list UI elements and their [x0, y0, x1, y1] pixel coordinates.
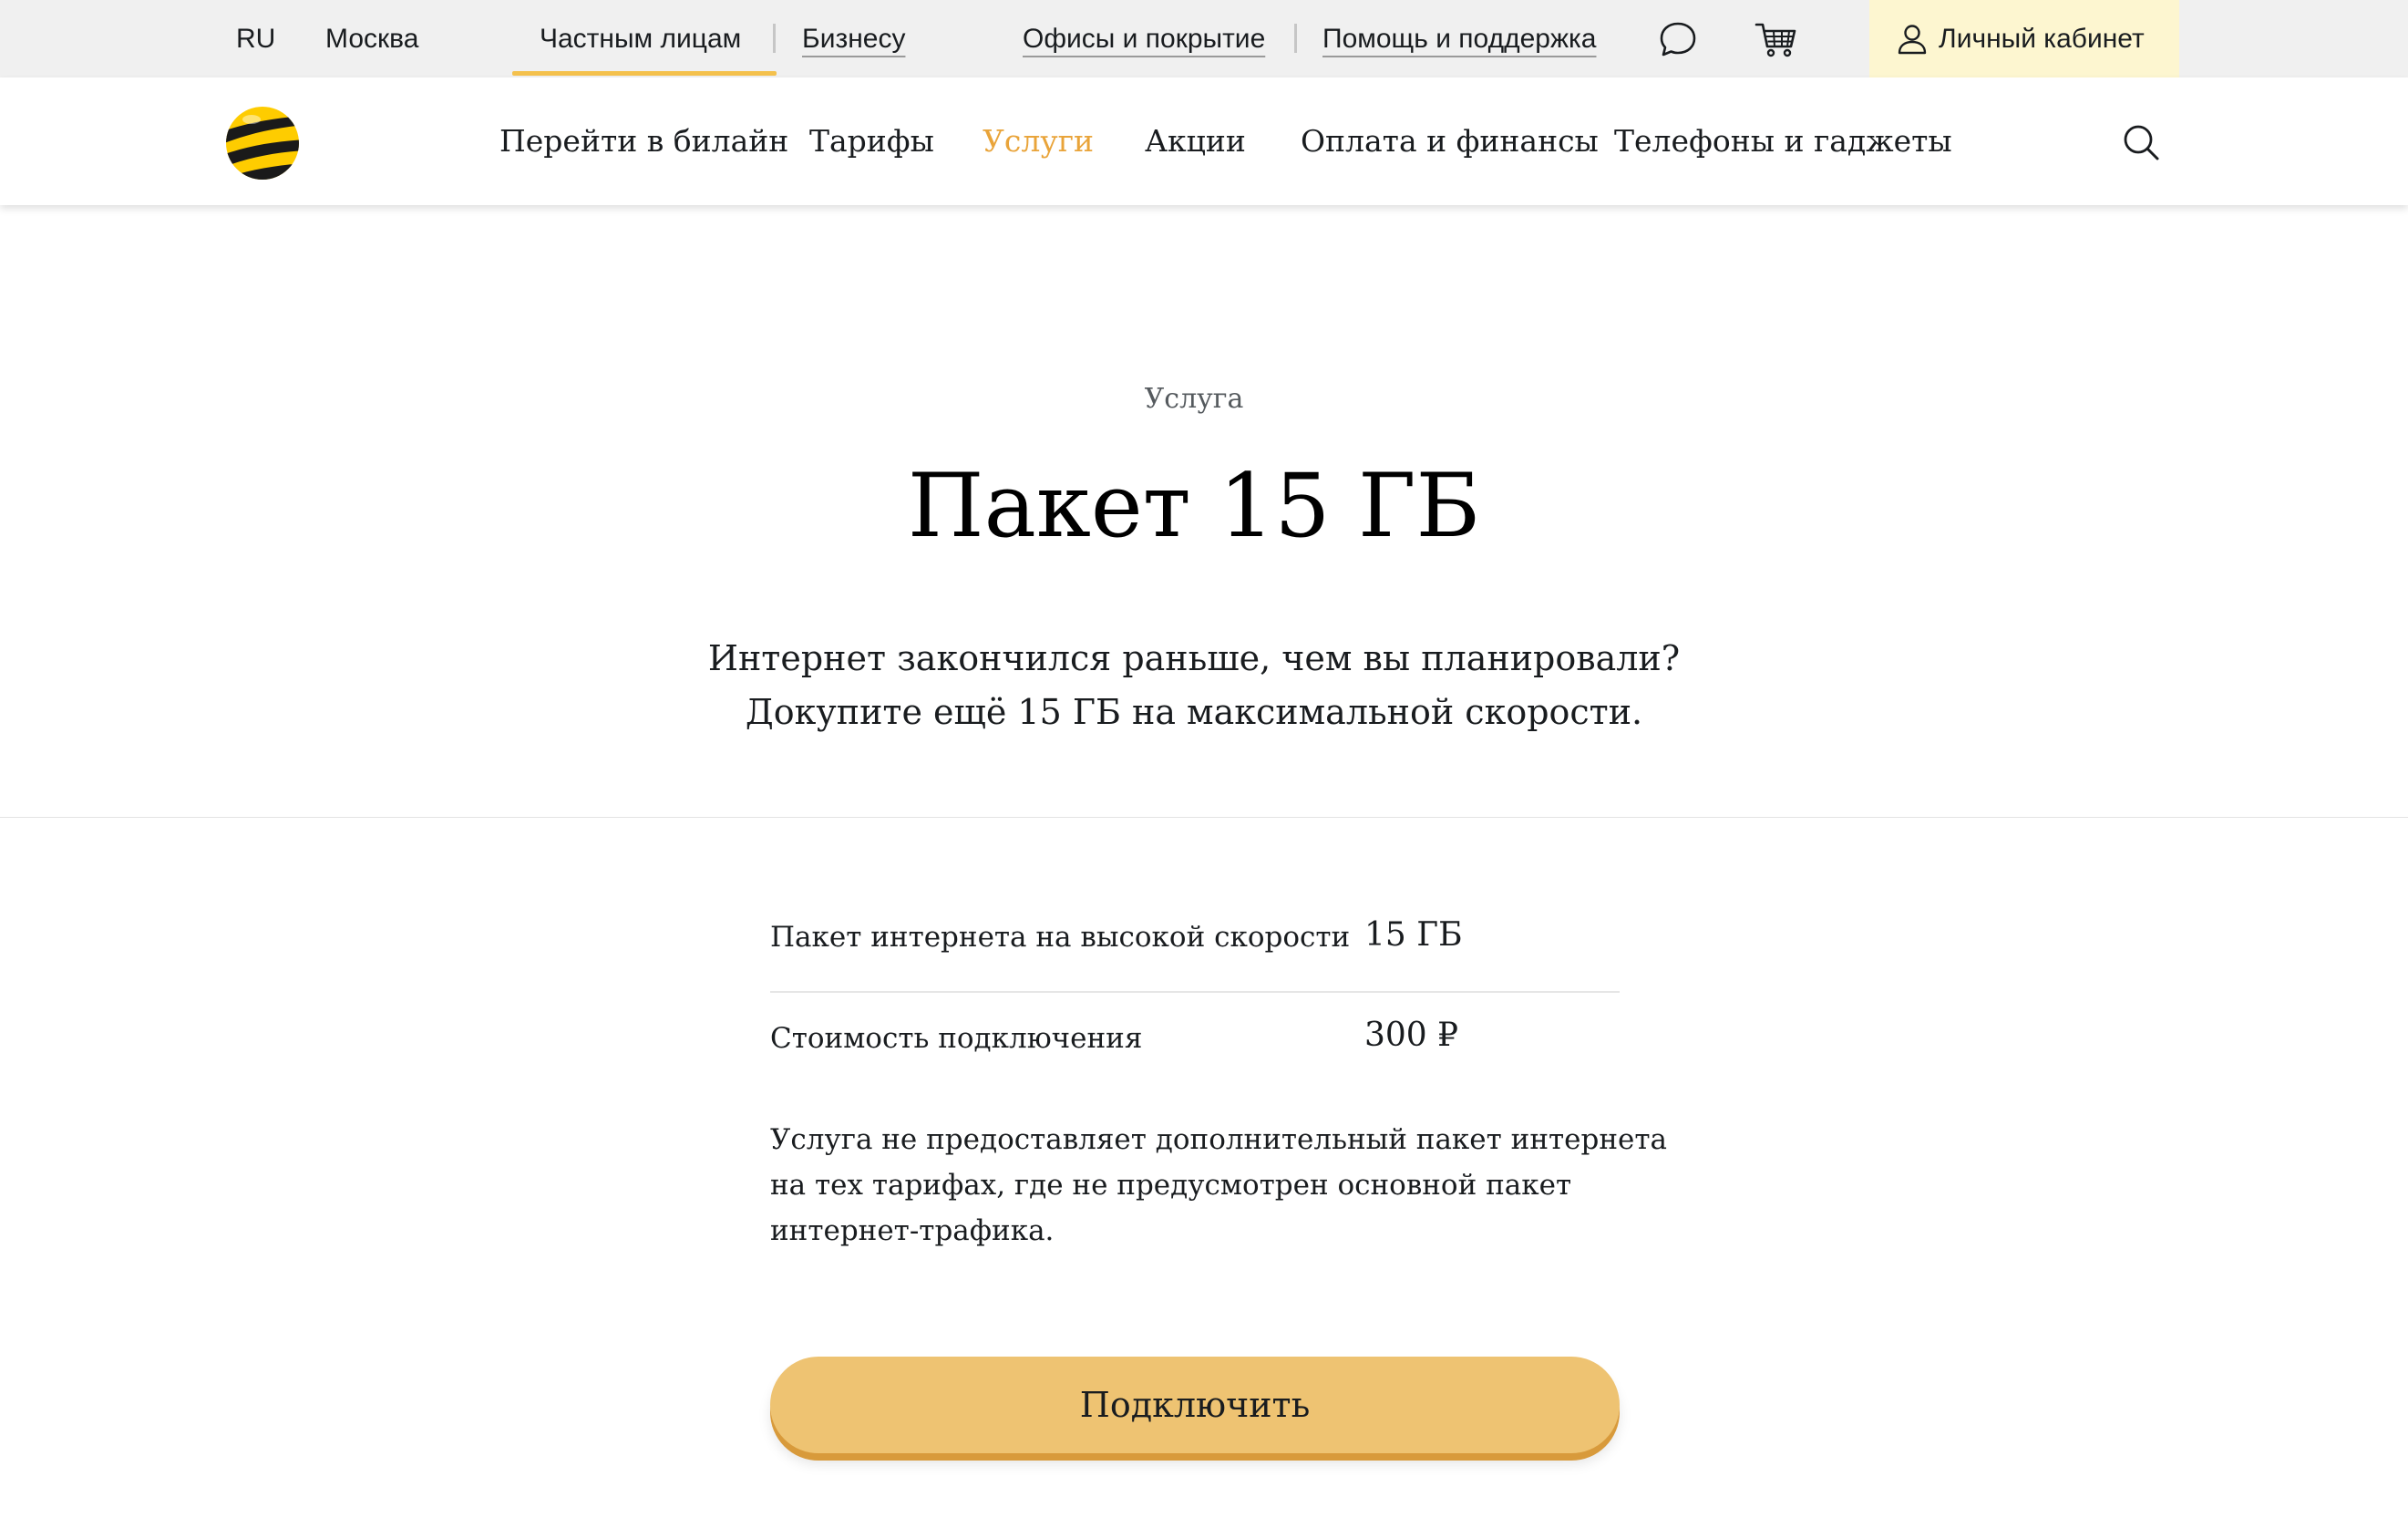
page-title: Пакет 15 ГБ [907, 455, 1481, 557]
beeline-logo[interactable] [224, 105, 301, 181]
section-divider [0, 817, 2408, 818]
offices-coverage-link[interactable]: Офисы и покрытие [1023, 0, 1265, 77]
user-icon [1898, 25, 1927, 55]
param-value: 15 ГБ [1364, 916, 1463, 954]
personal-account-label: Личный кабинет [1939, 24, 2145, 54]
nav-item-services[interactable]: Услуги [983, 77, 1094, 205]
segment-business-link[interactable]: Бизнесу [802, 0, 905, 77]
personal-account-button[interactable]: Личный кабинет [1869, 0, 2179, 77]
main-header: Перейти в билайн Тарифы Услуги Акции Опл… [0, 77, 2408, 205]
nav-item-go-to-beeline[interactable]: Перейти в билайн [499, 77, 788, 205]
nav-item-phones-gadgets[interactable]: Телефоны и гаджеты [1614, 77, 1952, 205]
help-support-link[interactable]: Помощь и поддержка [1322, 0, 1596, 77]
hero-lead-line-2: Докупите ещё 15 ГБ на максимальной скоро… [745, 692, 1643, 732]
service-eyebrow: Услуга [1144, 383, 1244, 415]
nav-item-tariffs[interactable]: Тарифы [809, 77, 934, 205]
chat-bubble-icon[interactable] [1657, 18, 1699, 60]
param-value: 300 ₽ [1364, 1017, 1459, 1054]
segment-separator [773, 24, 776, 53]
param-label: Пакет интернета на высокой скорости [770, 921, 1351, 954]
utility-bar: RU Москва Частным лицам Бизнесу Офисы и … [0, 0, 2408, 77]
note-line: интернет-трафика. [770, 1214, 1055, 1247]
hero-lead-line-1: Интернет закончился раньше, чем вы плани… [707, 638, 1681, 678]
segment-active-indicator [512, 71, 777, 76]
language-switcher[interactable]: RU [236, 0, 275, 77]
shopping-cart-icon[interactable] [1754, 18, 1799, 60]
search-icon[interactable] [2122, 123, 2160, 161]
nav-item-payment-finance[interactable]: Оплата и финансы [1301, 77, 1599, 205]
city-selector[interactable]: Москва [325, 0, 418, 77]
nav-item-promotions[interactable]: Акции [1145, 77, 1246, 205]
param-label: Стоимость подключения [770, 1022, 1143, 1055]
param-row-divider [770, 991, 1620, 993]
connect-button[interactable]: Подключить [770, 1357, 1620, 1453]
links-separator [1294, 24, 1297, 53]
note-line: на тех тарифах, где не предусмотрен осно… [770, 1169, 1572, 1202]
segment-private-tab[interactable]: Частным лицам [540, 0, 741, 77]
note-line: Услуга не предоставляет дополнительный п… [770, 1123, 1667, 1156]
